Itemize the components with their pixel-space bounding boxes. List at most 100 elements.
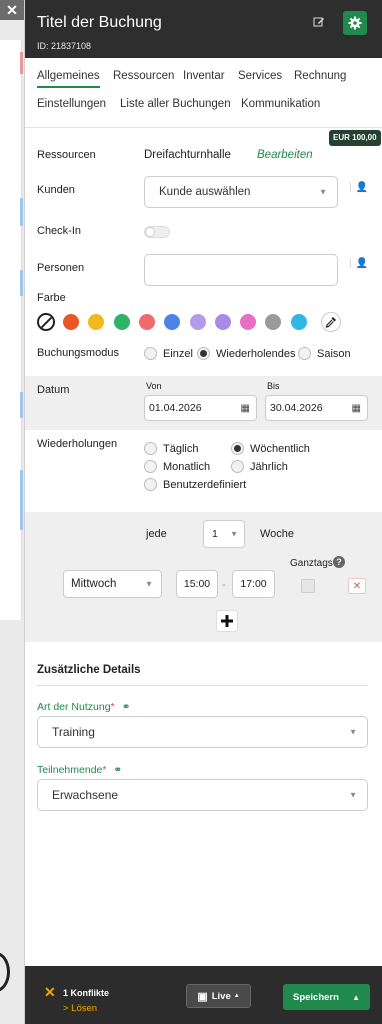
checkin-toggle[interactable] bbox=[144, 226, 170, 238]
persons-input[interactable] bbox=[144, 254, 338, 286]
tab-liste-aller-buchungen[interactable]: Liste aller Buchungen bbox=[120, 98, 231, 110]
background-list-strip: ✕ bbox=[0, 0, 24, 1024]
tab-services[interactable]: Services bbox=[238, 70, 282, 82]
date-to-input[interactable]: 30.04.2026 ▦ bbox=[265, 395, 368, 421]
booking-mode-wiederholendes[interactable]: Wiederholendes bbox=[197, 347, 296, 360]
calendar-icon: ▦ bbox=[240, 402, 250, 414]
chevron-down-icon: ▼ bbox=[230, 529, 238, 539]
add-person-icon[interactable]: | 👤 bbox=[349, 258, 368, 269]
interval-select[interactable]: 1 ▼ bbox=[203, 520, 245, 548]
start-time-input[interactable]: 15:00 bbox=[176, 570, 218, 598]
tab-einstellungen[interactable]: Einstellungen bbox=[37, 98, 106, 110]
background-arc bbox=[0, 952, 10, 992]
radio-icon bbox=[298, 347, 311, 360]
remove-slot-icon[interactable]: ✕ bbox=[348, 578, 366, 594]
every-label: jede bbox=[146, 528, 167, 540]
color-swatch[interactable] bbox=[290, 314, 307, 330]
link-icon[interactable]: ⚭ bbox=[122, 701, 131, 713]
plus-icon bbox=[221, 615, 233, 627]
background-blue-marker bbox=[20, 270, 23, 296]
participants-label: Teilnehmende* ⚭ bbox=[37, 764, 123, 776]
chevron-down-icon: ▼ bbox=[349, 790, 357, 800]
color-swatch[interactable] bbox=[88, 314, 105, 330]
resources-value: Dreifachturnhalle bbox=[144, 149, 231, 161]
background-red-marker bbox=[20, 52, 23, 74]
add-customer-icon[interactable]: | 👤 bbox=[349, 182, 368, 193]
gear-icon[interactable] bbox=[343, 11, 367, 35]
tab-inventar[interactable]: Inventar bbox=[183, 70, 225, 82]
background-blue-marker bbox=[20, 392, 23, 418]
repeat-yearly[interactable]: Jährlich bbox=[231, 460, 288, 473]
tab-rechnung[interactable]: Rechnung bbox=[294, 70, 346, 82]
calendar-check-icon: ▣ bbox=[197, 990, 208, 1003]
repetitions-label: Wiederholungen bbox=[37, 438, 118, 450]
date-section: Datum Von Bis 01.04.2026 ▦ 30.04.2026 ▦ bbox=[25, 376, 382, 430]
link-icon[interactable]: ⚭ bbox=[113, 764, 122, 776]
chevron-up-icon[interactable]: ▲ bbox=[352, 993, 360, 1002]
no-color-swatch[interactable] bbox=[37, 313, 55, 331]
live-button[interactable]: ▣ Live ▲ bbox=[186, 984, 251, 1008]
booking-mode-saison[interactable]: Saison bbox=[298, 347, 351, 360]
chevron-up-icon: ▲ bbox=[233, 993, 240, 999]
time-separator: - bbox=[222, 579, 226, 591]
tab-allgemeines[interactable]: Allgemeines bbox=[37, 70, 100, 88]
color-swatch[interactable] bbox=[138, 314, 155, 330]
background-card bbox=[0, 40, 22, 620]
color-swatch[interactable] bbox=[214, 314, 231, 330]
repeat-daily[interactable]: Täglich bbox=[144, 442, 198, 455]
customers-label: Kunden bbox=[37, 184, 75, 196]
add-slot-button[interactable] bbox=[216, 610, 238, 632]
radio-icon bbox=[231, 460, 244, 473]
price-badge: EUR 100,00 bbox=[329, 130, 381, 146]
participants-select[interactable]: Erwachsene ▼ bbox=[37, 779, 368, 811]
repeat-weekly[interactable]: Wöchentlich bbox=[231, 442, 310, 455]
booking-title[interactable]: Titel der Buchung bbox=[37, 14, 162, 32]
tab-ressourcen[interactable]: Ressourcen bbox=[113, 70, 174, 82]
color-swatch[interactable] bbox=[189, 314, 206, 330]
date-label: Datum bbox=[37, 384, 70, 396]
repeat-monthly[interactable]: Monatlich bbox=[144, 460, 210, 473]
conflicts-count: 1 Konflikte bbox=[63, 988, 110, 998]
radio-icon bbox=[144, 442, 157, 455]
interval-unit: Woche bbox=[260, 528, 295, 540]
allday-checkbox[interactable] bbox=[301, 579, 315, 593]
details-divider bbox=[37, 685, 368, 686]
radio-selected-icon bbox=[197, 347, 210, 360]
usage-select[interactable]: Training ▼ bbox=[37, 716, 368, 748]
resources-label: Ressourcen bbox=[37, 149, 96, 161]
resources-edit-link[interactable]: Bearbeiten bbox=[257, 149, 313, 161]
weekday-select[interactable]: Mittwoch ▼ bbox=[63, 570, 162, 598]
repeat-custom[interactable]: Benutzerdefiniert bbox=[144, 478, 246, 491]
panel-header: Titel der Buchung ID: 21837108 bbox=[25, 0, 382, 58]
save-button[interactable]: Speichern ▲ bbox=[283, 984, 370, 1010]
help-icon[interactable]: ? bbox=[333, 556, 345, 568]
booking-panel: Titel der Buchung ID: 21837108 Allgemein… bbox=[24, 0, 382, 1024]
booking-mode-label: Buchungsmodus bbox=[37, 347, 119, 359]
radio-icon bbox=[144, 460, 157, 473]
color-swatch[interactable] bbox=[164, 314, 181, 330]
close-icon[interactable]: ✕ bbox=[0, 0, 24, 20]
date-from-input[interactable]: 01.04.2026 ▦ bbox=[144, 395, 257, 421]
edit-icon[interactable] bbox=[310, 13, 328, 31]
resolve-conflicts-link[interactable]: > Lösen bbox=[63, 1003, 97, 1014]
color-swatch[interactable] bbox=[63, 314, 79, 330]
date-from-label: Von bbox=[146, 381, 162, 391]
eyedropper-icon[interactable] bbox=[321, 312, 341, 332]
persons-label: Personen bbox=[37, 262, 85, 274]
radio-icon bbox=[144, 347, 157, 360]
background-blue-marker bbox=[20, 198, 23, 226]
customer-select[interactable]: Kunde auswählen ▼ bbox=[144, 176, 338, 208]
end-time-input[interactable]: 17:00 bbox=[232, 570, 275, 598]
background-blue-marker bbox=[20, 470, 23, 530]
customer-select-placeholder: Kunde auswählen bbox=[159, 186, 251, 198]
chevron-down-icon: ▼ bbox=[145, 579, 153, 589]
color-swatch[interactable] bbox=[265, 314, 282, 330]
radio-icon bbox=[144, 478, 157, 491]
checkin-label: Check-In bbox=[37, 225, 82, 237]
booking-mode-einzel[interactable]: Einzel bbox=[144, 347, 193, 360]
color-swatch[interactable] bbox=[113, 314, 130, 330]
recurrence-section: jede 1 ▼ Woche Ganztags ? Mittwoch ▼ 15:… bbox=[25, 512, 382, 642]
color-swatch[interactable] bbox=[240, 314, 257, 330]
panel-footer: ✕ 1 Konflikte > Lösen ▣ Live ▲ Speichern… bbox=[25, 966, 382, 1024]
tab-kommunikation[interactable]: Kommunikation bbox=[241, 98, 320, 110]
